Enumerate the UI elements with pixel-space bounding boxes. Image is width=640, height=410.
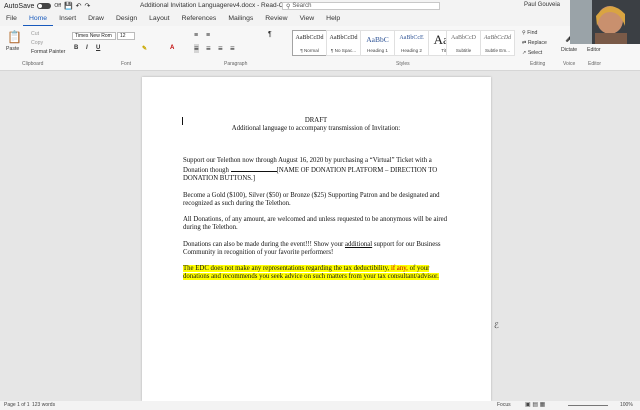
underline-button[interactable]: U: [96, 45, 100, 51]
save-icon[interactable]: 💾: [64, 2, 73, 10]
word-count[interactable]: 123 words: [32, 402, 55, 408]
style-heading-2[interactable]: AaBbCcE Heading 2: [394, 30, 429, 56]
style-subtle-emphasis[interactable]: AaBbCcDd Subtle Em...: [480, 30, 515, 56]
search-icon: ⚲: [286, 3, 291, 10]
webcam-overlay: [570, 0, 640, 44]
paragraph-event: Donations can also be made during the ev…: [183, 240, 441, 256]
style-no-spacing[interactable]: AaBbCcDd ¶ No Spac...: [326, 30, 361, 56]
tab-review[interactable]: Review: [259, 12, 293, 26]
cut-button[interactable]: Cut: [31, 31, 39, 37]
paste-icon[interactable]: 📋: [7, 30, 22, 44]
undo-icon[interactable]: ↶: [76, 2, 82, 10]
document-body[interactable]: DRAFT Additional language to accompany t…: [183, 117, 449, 290]
paragraph-disclaimer: The EDC does not make any representation…: [183, 265, 439, 281]
page-count[interactable]: Page 1 of 1: [4, 402, 30, 408]
view-mode-icons[interactable]: ▣ ▤ ▦: [525, 401, 545, 408]
voice-group-label: Voice: [563, 61, 576, 67]
align-left-icon[interactable]: ≡: [194, 44, 199, 53]
justify-icon[interactable]: ≡: [230, 44, 235, 53]
style-normal[interactable]: AaBbCcDd ¶ Normal: [292, 30, 327, 56]
replace-button[interactable]: ⇄ Replace: [522, 40, 547, 46]
style-subtitle[interactable]: AaBbCcD Subtitle: [446, 30, 481, 56]
bold-button[interactable]: B: [74, 45, 78, 51]
person-image: [570, 0, 640, 44]
font-size-select[interactable]: 12: [117, 32, 135, 40]
styles-group-label: Styles: [396, 61, 410, 67]
align-right-icon[interactable]: ≡: [218, 44, 223, 53]
paragraph-telethon: Support our Telethon now through August …: [183, 157, 438, 183]
redo-icon[interactable]: ↷: [85, 2, 91, 10]
highlight-icon[interactable]: ✎: [142, 45, 147, 52]
document-page[interactable]: DRAFT Additional language to accompany t…: [142, 77, 491, 401]
autosave-toggle[interactable]: [37, 3, 52, 9]
zoom-level[interactable]: 100%: [620, 402, 633, 408]
paragraph-group-label: Paragraph: [224, 61, 248, 67]
show-marks-icon[interactable]: ¶: [268, 31, 272, 38]
tab-view[interactable]: View: [294, 12, 321, 26]
mouse-ibeam-icon: ℰ: [494, 321, 499, 330]
search-box[interactable]: ⚲ Search: [282, 2, 440, 10]
font-color-icon[interactable]: A: [170, 45, 174, 51]
editor-group-label: Editor: [588, 61, 602, 67]
find-icon: ⚲: [522, 30, 526, 36]
search-placeholder: Search: [292, 3, 312, 9]
editor-button[interactable]: Editor: [587, 47, 601, 53]
title-bar: AutoSave Off 💾 ↶ ↷ Additional Invitation…: [0, 0, 640, 12]
doc-title: DRAFT: [304, 117, 328, 124]
tab-help[interactable]: Help: [320, 12, 346, 26]
italic-button[interactable]: I: [86, 45, 88, 51]
ribbon-tabs: File Home Insert Draw Design Layout Refe…: [0, 12, 640, 26]
ribbon: 📋 Paste Cut Copy Format Painter Clipboar…: [0, 26, 640, 71]
tab-design[interactable]: Design: [110, 12, 143, 26]
blank-line: [230, 165, 277, 173]
bullets-icon[interactable]: ≡: [194, 32, 198, 39]
font-name-select[interactable]: Times New Rom: [72, 32, 116, 40]
numbering-icon[interactable]: ≡: [206, 32, 210, 39]
user-name[interactable]: Paul Gouveia: [524, 2, 560, 8]
paragraph-donations: All Donations, of any amount, are welcom…: [183, 216, 448, 232]
select-button[interactable]: ↗ Select: [522, 50, 542, 56]
autosave-state: Off: [54, 3, 61, 9]
tab-references[interactable]: References: [176, 12, 223, 26]
tab-file[interactable]: File: [0, 12, 23, 26]
replace-icon: ⇄: [522, 40, 527, 46]
font-group-label: Font: [121, 61, 132, 67]
format-painter-button[interactable]: Format Painter: [31, 49, 65, 55]
clipboard-group-label: Clipboard: [22, 61, 44, 67]
style-heading-1[interactable]: AaBbC Heading 1: [360, 30, 395, 56]
autosave-label: AutoSave: [4, 2, 35, 10]
find-button[interactable]: ⚲ Find: [522, 30, 537, 36]
align-center-icon[interactable]: ≡: [206, 44, 211, 53]
editing-group-label: Editing: [530, 61, 546, 67]
tab-mailings[interactable]: Mailings: [222, 12, 259, 26]
dictate-button[interactable]: Dictate: [561, 47, 577, 53]
copy-button[interactable]: Copy: [31, 40, 43, 46]
zoom-slider[interactable]: [568, 405, 608, 406]
select-icon: ↗: [522, 50, 527, 56]
tab-draw[interactable]: Draw: [82, 12, 110, 26]
status-bar: Page 1 of 1 123 words Focus ▣ ▤ ▦ 100%: [0, 401, 640, 410]
paragraph-supporting-patron: Become a Gold ($100), Silver ($50) or Br…: [183, 191, 440, 207]
focus-button[interactable]: Focus: [497, 402, 511, 408]
doc-subtitle: Additional language to accompany transmi…: [231, 125, 401, 133]
paste-button[interactable]: Paste: [6, 46, 19, 52]
tab-layout[interactable]: Layout: [143, 12, 175, 26]
tab-insert[interactable]: Insert: [53, 12, 82, 26]
tab-home[interactable]: Home: [22, 12, 54, 26]
